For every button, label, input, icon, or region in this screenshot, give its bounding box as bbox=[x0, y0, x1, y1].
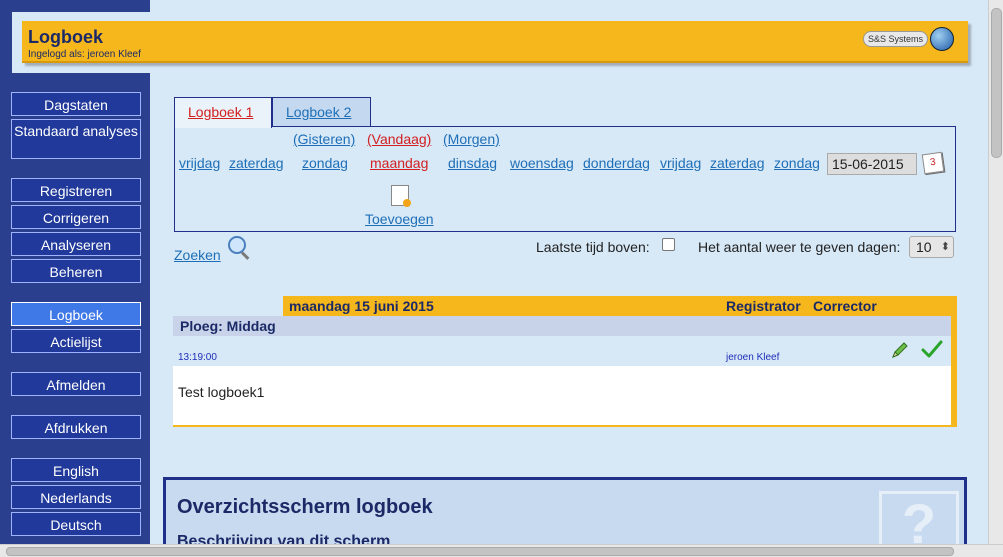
entry-text: Test logboek1 bbox=[178, 384, 265, 400]
sidebar-item-deutsch[interactable]: Deutsch bbox=[11, 512, 141, 536]
days-count-select[interactable]: 10 bbox=[909, 236, 954, 258]
day-link[interactable]: dinsdag bbox=[448, 155, 497, 171]
sidebar-item-registreren[interactable]: Registreren bbox=[11, 178, 141, 202]
help-question-icon: ? bbox=[879, 491, 959, 547]
tab-logboek-1-label[interactable]: Logboek 1 bbox=[188, 104, 253, 120]
entry-date: maandag 15 juni 2015 bbox=[289, 298, 434, 314]
latest-on-top-checkbox[interactable] bbox=[662, 238, 675, 251]
logged-in-user: Ingelogd als: jeroen Kleef bbox=[28, 49, 141, 60]
sidebar-item-afdrukken[interactable]: Afdrukken bbox=[11, 415, 141, 439]
yesterday-link[interactable]: (Gisteren) bbox=[293, 131, 355, 147]
sidebar: Dagstaten Standaard analyses Registreren… bbox=[3, 73, 150, 545]
horizontal-scrollbar-thumb[interactable] bbox=[6, 547, 954, 556]
shift-row: Ploeg: Middag bbox=[173, 316, 951, 336]
brand-logo: S&S Systems bbox=[862, 27, 954, 51]
page-title: Logboek bbox=[28, 27, 103, 47]
app-header: Logboek Ingelogd als: jeroen Kleef S&S S… bbox=[22, 21, 968, 63]
tab-logboek-2[interactable]: Logboek 2 bbox=[272, 97, 371, 127]
sidebar-item-afmelden[interactable]: Afmelden bbox=[11, 372, 141, 396]
sidebar-item-dagstaten[interactable]: Dagstaten bbox=[11, 92, 141, 116]
day-link[interactable]: woensdag bbox=[510, 155, 574, 171]
sidebar-item-beheren[interactable]: Beheren bbox=[11, 259, 141, 283]
tab-logboek-2-label[interactable]: Logboek 2 bbox=[286, 104, 351, 120]
days-count-value: 10 bbox=[916, 239, 932, 255]
shift-label: Ploeg: Middag bbox=[180, 318, 276, 334]
vertical-scrollbar-thumb[interactable] bbox=[991, 8, 1002, 158]
sidebar-item-nederlands[interactable]: Nederlands bbox=[11, 485, 141, 509]
approve-check-icon[interactable] bbox=[921, 338, 943, 360]
day-link[interactable]: zaterdag bbox=[710, 155, 764, 171]
horizontal-scrollbar[interactable] bbox=[0, 544, 1003, 557]
entry-registrator: jeroen Kleef bbox=[726, 352, 780, 363]
entry-body: Test logboek1 bbox=[173, 366, 951, 425]
help-title: Overzichtsscherm logboek bbox=[177, 496, 433, 518]
day-navigation-box bbox=[174, 126, 956, 232]
search-link[interactable]: Zoeken bbox=[174, 247, 221, 263]
add-entry-icon[interactable] bbox=[391, 185, 411, 207]
sidebar-item-actielijst[interactable]: Actielijst bbox=[11, 329, 141, 353]
entry-time: 13:19:00 bbox=[178, 352, 217, 363]
col-registrator: Registrator bbox=[726, 298, 801, 314]
entry-bottom-border bbox=[173, 425, 957, 427]
day-link[interactable]: donderdag bbox=[583, 155, 650, 171]
brand-text: S&S Systems bbox=[862, 31, 928, 47]
day-link[interactable]: vrijdag bbox=[660, 155, 701, 171]
entry-meta-row: 13:19:00 jeroen Kleef bbox=[173, 336, 951, 366]
top-dark-band bbox=[0, 0, 150, 12]
date-field[interactable] bbox=[827, 153, 917, 175]
brand-swirl-icon bbox=[930, 27, 954, 51]
entry-date-header: maandag 15 juni 2015 Registrator Correct… bbox=[283, 296, 957, 316]
sidebar-item-english[interactable]: English bbox=[11, 458, 141, 482]
latest-on-top-label: Laatste tijd boven: bbox=[536, 239, 650, 255]
sidebar-item-corrigeren[interactable]: Corrigeren bbox=[11, 205, 141, 229]
edit-pencil-icon[interactable] bbox=[890, 340, 910, 360]
vertical-scrollbar[interactable] bbox=[988, 0, 1003, 545]
calendar-icon[interactable]: 3 bbox=[921, 151, 945, 175]
day-link[interactable]: zondag bbox=[774, 155, 820, 171]
days-count-label: Het aantal weer te geven dagen: bbox=[698, 239, 901, 255]
day-link[interactable]: vrijdag bbox=[179, 155, 220, 171]
sidebar-item-analyseren[interactable]: Analyseren bbox=[11, 232, 141, 256]
search-icon[interactable] bbox=[228, 236, 246, 254]
day-link[interactable]: zondag bbox=[302, 155, 348, 171]
add-entry-link[interactable]: Toevoegen bbox=[365, 211, 434, 227]
today-link[interactable]: (Vandaag) bbox=[367, 131, 431, 147]
tab-logboek-1[interactable]: Logboek 1 bbox=[174, 97, 272, 128]
day-link-current[interactable]: maandag bbox=[370, 155, 428, 171]
sidebar-item-standaard-analyses[interactable]: Standaard analyses bbox=[11, 119, 141, 159]
day-link[interactable]: zaterdag bbox=[229, 155, 283, 171]
tomorrow-link[interactable]: (Morgen) bbox=[443, 131, 500, 147]
help-panel: Overzichtsscherm logboek Beschrijving va… bbox=[163, 477, 967, 547]
sidebar-item-logboek[interactable]: Logboek bbox=[11, 302, 141, 326]
col-corrector: Corrector bbox=[813, 298, 877, 314]
